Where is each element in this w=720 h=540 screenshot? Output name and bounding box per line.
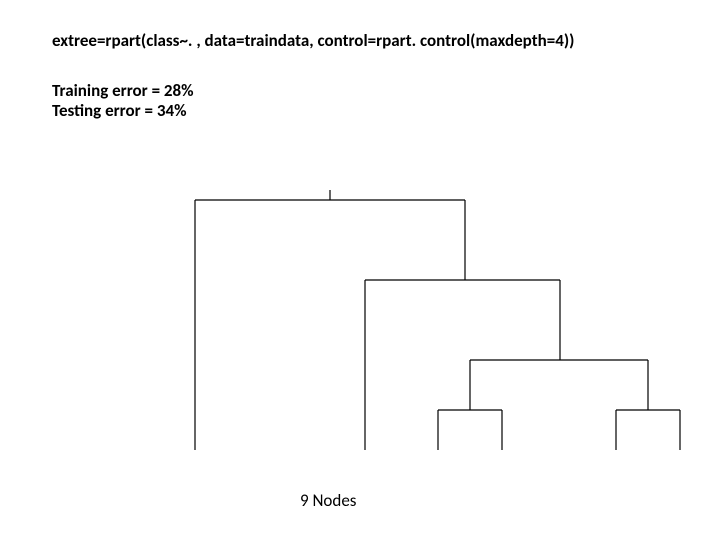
dendrogram-tree <box>0 0 720 540</box>
node-count-caption: 9 Nodes <box>300 490 356 511</box>
